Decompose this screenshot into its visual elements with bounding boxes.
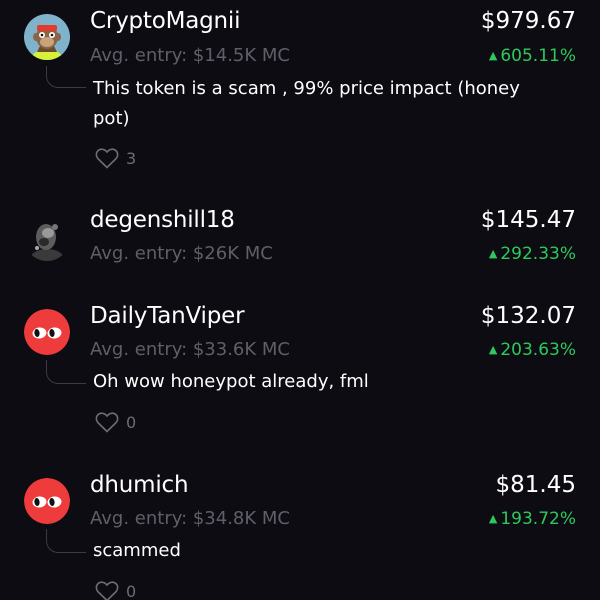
pnl-change: ▲ 203.63% xyxy=(489,340,576,360)
pnl-change-value: 203.63% xyxy=(500,340,576,360)
post-username[interactable]: CryptoMagnii xyxy=(90,8,241,34)
like-button[interactable]: 0 xyxy=(95,580,136,600)
pnl-change-value: 193.72% xyxy=(500,509,576,529)
heart-icon xyxy=(95,148,119,169)
post-username[interactable]: dhumich xyxy=(90,472,189,498)
position-value: $81.45 xyxy=(495,472,576,498)
position-value: $145.47 xyxy=(480,207,576,233)
like-button[interactable]: 0 xyxy=(95,411,136,433)
pnl-change-value: 605.11% xyxy=(500,46,576,66)
up-arrow-icon: ▲ xyxy=(488,343,498,356)
like-count: 0 xyxy=(126,412,137,432)
like-button[interactable]: 3 xyxy=(95,147,136,169)
comment-text: Oh wow honeypot already, fml xyxy=(93,371,369,392)
like-count: 3 xyxy=(126,148,137,168)
heart-icon xyxy=(95,581,119,600)
post-username[interactable]: DailyTanViper xyxy=(90,303,245,329)
post-username[interactable]: degenshill18 xyxy=(90,207,235,233)
pnl-change: ▲ 605.11% xyxy=(489,46,576,66)
red-eyes-avatar-icon[interactable] xyxy=(24,478,70,524)
up-arrow-icon: ▲ xyxy=(488,247,498,260)
avg-entry-text: Avg. entry: $33.6K MC xyxy=(90,339,291,360)
dark-figure-avatar-icon[interactable] xyxy=(24,215,70,261)
like-count: 0 xyxy=(126,581,137,600)
red-eyes-avatar-icon[interactable] xyxy=(24,309,70,355)
comment-text: This token is a scam , 99% price impact … xyxy=(93,78,520,129)
thread-connector xyxy=(46,66,86,88)
pnl-change: ▲ 193.72% xyxy=(489,509,576,529)
holders-comment-feed: CryptoMagnii Avg. entry: $14.5K MC $979.… xyxy=(0,0,600,600)
pnl-change-value: 292.33% xyxy=(500,244,576,264)
position-value: $979.67 xyxy=(480,8,576,34)
up-arrow-icon: ▲ xyxy=(488,512,498,525)
avg-entry-text: Avg. entry: $34.8K MC xyxy=(90,508,291,529)
thread-connector xyxy=(46,360,86,384)
thread-connector xyxy=(46,529,86,553)
position-value: $132.07 xyxy=(480,303,576,329)
ape-avatar-icon[interactable] xyxy=(24,14,70,60)
heart-icon xyxy=(95,412,119,433)
pnl-change: ▲ 292.33% xyxy=(489,244,576,264)
avg-entry-text: Avg. entry: $14.5K MC xyxy=(90,45,291,66)
avg-entry-text: Avg. entry: $26K MC xyxy=(90,243,273,264)
comment-text: scammed xyxy=(93,540,181,561)
up-arrow-icon: ▲ xyxy=(488,49,498,62)
